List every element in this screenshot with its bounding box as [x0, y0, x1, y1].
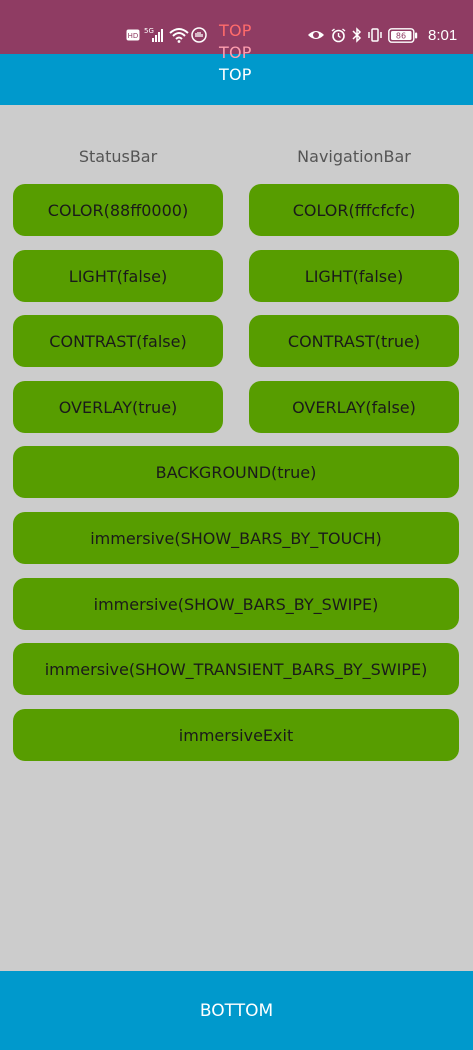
- top-label-1: TOP: [219, 21, 252, 40]
- navigationbar-contrast-button[interactable]: CONTRAST(true): [249, 315, 459, 367]
- navigationbar-color-button[interactable]: COLOR(fffcfcfc): [249, 184, 459, 236]
- app-screen: HD 5G 86 8:01 TOP TOP TOP StatusBar Navi…: [0, 0, 473, 1050]
- statusbar-contrast-button[interactable]: CONTRAST(false): [13, 315, 223, 367]
- status-icons-left: HD 5G: [126, 24, 207, 46]
- immersive-touch-button[interactable]: immersive(SHOW_BARS_BY_TOUCH): [13, 512, 459, 564]
- battery-icon: 86: [388, 27, 418, 43]
- top-label-3: TOP: [219, 65, 252, 84]
- navigationbar-column-header: NavigationBar: [297, 147, 411, 166]
- alarm-icon: [331, 27, 346, 43]
- bottom-bar: BOTTOM: [0, 971, 473, 1050]
- svg-text:HD: HD: [128, 32, 139, 40]
- top-label-2: TOP: [219, 43, 252, 62]
- signal-icon: 5G: [144, 26, 166, 44]
- statusbar-column-header: StatusBar: [78, 147, 158, 166]
- statusbar-overlay-button[interactable]: OVERLAY(true): [13, 381, 223, 433]
- immersive-swipe-button[interactable]: immersive(SHOW_BARS_BY_SWIPE): [13, 578, 459, 630]
- gesture-icon: [191, 27, 207, 43]
- bluetooth-icon: [352, 27, 362, 43]
- immersive-transient-button[interactable]: immersive(SHOW_TRANSIENT_BARS_BY_SWIPE): [13, 643, 459, 695]
- background-button[interactable]: BACKGROUND(true): [13, 446, 459, 498]
- status-icons-right: 86 8:01: [307, 24, 457, 46]
- statusbar-light-button[interactable]: LIGHT(false): [13, 250, 223, 302]
- svg-text:5G: 5G: [144, 27, 154, 35]
- bottom-label: BOTTOM: [199, 1000, 274, 1021]
- immersive-exit-button[interactable]: immersiveExit: [13, 709, 459, 761]
- hd-icon: HD: [126, 29, 140, 41]
- battery-level: 86: [396, 31, 406, 40]
- navigationbar-light-button[interactable]: LIGHT(false): [249, 250, 459, 302]
- wifi-icon: [169, 27, 189, 43]
- navigationbar-overlay-button[interactable]: OVERLAY(false): [249, 381, 459, 433]
- statusbar-color-button[interactable]: COLOR(88ff0000): [13, 184, 223, 236]
- eye-icon: [307, 28, 325, 42]
- clock-time: 8:01: [428, 26, 458, 44]
- vibrate-icon: [368, 27, 382, 43]
